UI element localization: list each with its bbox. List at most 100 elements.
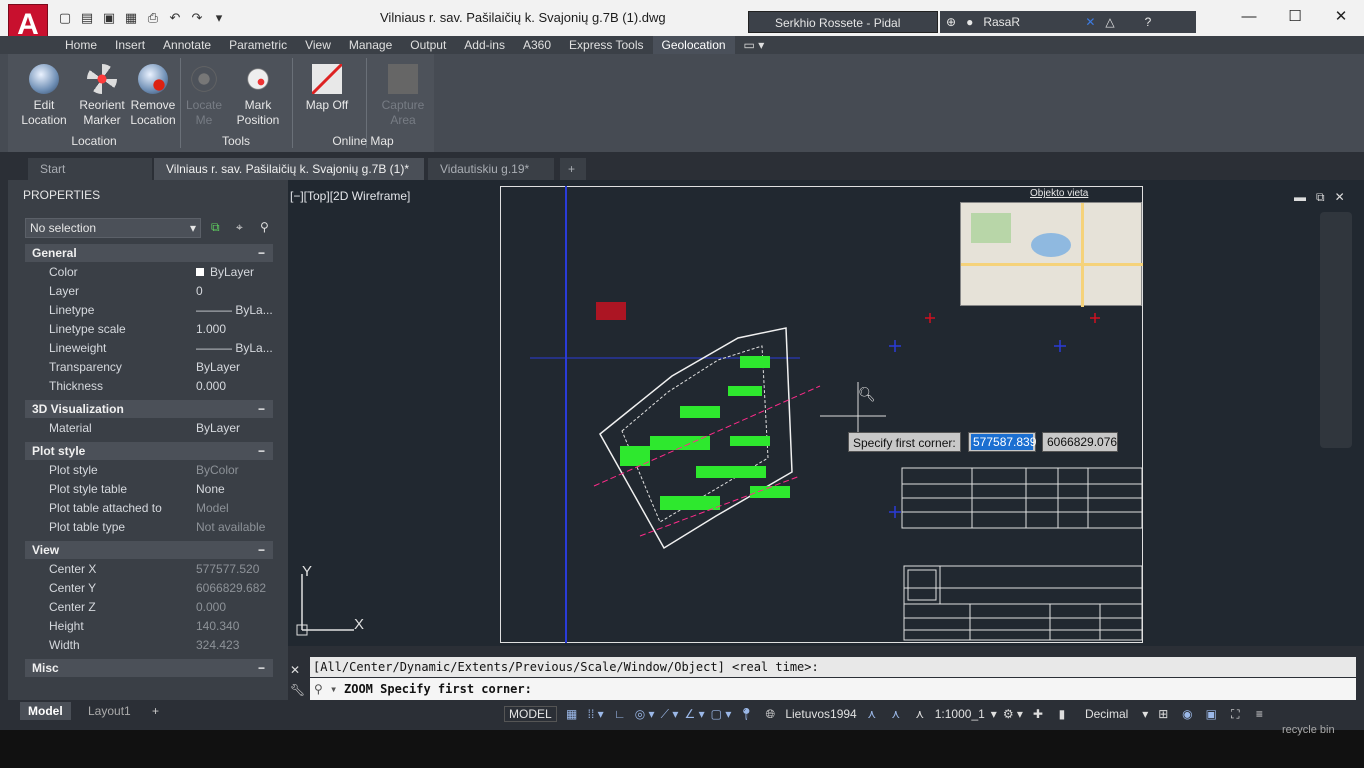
prop-row[interactable]: Center Z 0.000 <box>25 598 273 617</box>
globe-status-icon[interactable]: 🌐︎ <box>761 707 779 722</box>
tab-home[interactable]: Home <box>56 36 106 54</box>
prop-row[interactable]: Material ByLayer <box>25 419 273 438</box>
remove-location-button[interactable]: Remove Location <box>126 58 180 128</box>
map-off-button[interactable]: Map Off <box>298 58 356 113</box>
select-objects-icon[interactable]: ⌖ <box>236 220 243 235</box>
viewport-controls-label[interactable]: [−][Top][2D Wireframe] <box>290 189 410 203</box>
tab-model[interactable]: Model <box>20 702 71 720</box>
tab-express-tools[interactable]: Express Tools <box>560 36 652 54</box>
prop-row[interactable]: Transparency ByLayer <box>25 358 273 377</box>
prop-row[interactable]: Color ByLayer <box>25 263 273 282</box>
save-as-icon[interactable]: ▦ <box>122 10 140 26</box>
ribbon-options-icon[interactable]: ▭ ▾ <box>735 36 774 54</box>
close-icon[interactable]: ✕ <box>1318 0 1364 34</box>
clean-screen-icon[interactable]: ⛶ <box>1226 707 1244 722</box>
user-icon[interactable]: ● <box>966 15 973 29</box>
prop-row[interactable]: Layer 0 <box>25 282 273 301</box>
units-icon[interactable]: ▮ <box>1053 707 1071 721</box>
prop-row[interactable]: Lineweight ——— ByLa... <box>25 339 273 358</box>
new-tab-button[interactable]: + <box>560 158 586 180</box>
edit-location-button[interactable]: Edit Location <box>14 58 74 128</box>
isodraft-icon[interactable]: ⟋ ▾ <box>661 707 679 722</box>
section-general[interactable]: General − <box>25 244 273 262</box>
help-icon[interactable]: ? <box>1145 15 1152 29</box>
prop-row[interactable]: Linetype ——— ByLa... <box>25 301 273 320</box>
model-space-button[interactable]: MODEL <box>504 706 557 722</box>
tab-output[interactable]: Output <box>401 36 455 54</box>
tab-layout1[interactable]: Layout1 <box>80 702 139 720</box>
binoculars-icon[interactable]: ⊕ <box>946 15 956 29</box>
mark-position-button[interactable]: Mark Position <box>230 58 286 128</box>
ortho-icon[interactable]: ∟ <box>611 707 629 721</box>
quick-select-icon[interactable]: ⚲ <box>260 220 269 234</box>
viewport-restore-icon[interactable]: ⧉ <box>1316 190 1325 205</box>
hardware-accel-icon[interactable]: ▣ <box>1202 707 1220 721</box>
object-tracking-icon[interactable]: ∠ ▾ <box>685 707 705 721</box>
new-layout-button[interactable]: + <box>144 702 167 720</box>
workspace-gear-icon[interactable]: ⚙ ▾ <box>1003 707 1023 721</box>
tab-view[interactable]: View <box>296 36 340 54</box>
prop-row[interactable]: Width 324.423 <box>25 636 273 655</box>
tab-add-ins[interactable]: Add-ins <box>455 36 514 54</box>
command-input[interactable]: ⚲ ▾ ZOOM Specify first corner: <box>310 678 1356 700</box>
selection-dropdown[interactable]: No selection ▾ <box>25 218 201 238</box>
snap-icon[interactable]: ⁞⁞ ▾ <box>587 707 605 721</box>
customize-icon[interactable]: 🔧︎ <box>290 683 305 697</box>
prop-row[interactable]: Center Y 6066829.682 <box>25 579 273 598</box>
tab-parametric[interactable]: Parametric <box>220 36 296 54</box>
prop-row[interactable]: Plot style ByColor <box>25 461 273 480</box>
close-command-line-icon[interactable]: ✕ <box>290 663 300 677</box>
prop-row[interactable]: Plot style table None <box>25 480 273 499</box>
dynamic-input-y-field[interactable]: 6066829.076 <box>1042 432 1118 452</box>
undo-icon[interactable]: ↶ <box>166 10 184 26</box>
save-icon[interactable]: ▣ <box>100 10 118 26</box>
new-file-icon[interactable]: ▢ <box>56 10 74 26</box>
viewport-minimize-icon[interactable]: ▬ <box>1294 190 1306 205</box>
prop-row[interactable]: Linetype scale 1.000 <box>25 320 273 339</box>
toggle-pickadd-icon[interactable]: ⧉ <box>211 220 220 235</box>
viewport-close-icon[interactable]: ✕ <box>1335 190 1345 205</box>
tab-insert[interactable]: Insert <box>106 36 154 54</box>
osnap-icon[interactable]: ▢ ▾ <box>711 707 732 721</box>
tab-manage[interactable]: Manage <box>340 36 401 54</box>
locate-me-button[interactable]: Locate Me <box>182 58 226 128</box>
user-name[interactable]: RasaR <box>983 15 1075 29</box>
auto-scale-icon[interactable]: ⋏ <box>887 707 905 721</box>
prop-row[interactable]: Plot table attached to Model <box>25 499 273 518</box>
prop-row[interactable]: Thickness 0.000 <box>25 377 273 396</box>
section-misc[interactable]: Misc − <box>25 659 273 677</box>
reorient-marker-button[interactable]: Reorient Marker <box>74 58 130 128</box>
tab-annotate[interactable]: Annotate <box>154 36 220 54</box>
section-3d-visualization[interactable]: 3D Visualization − <box>25 400 273 418</box>
tab-start[interactable]: Start <box>28 158 152 180</box>
prop-row[interactable]: Center X 577577.520 <box>25 560 273 579</box>
section-plot-style[interactable]: Plot style − <box>25 442 273 460</box>
navigation-bar[interactable] <box>1320 212 1352 448</box>
a360-icon[interactable]: △ <box>1105 15 1114 29</box>
print-icon[interactable]: ⎙ <box>144 10 162 26</box>
isolate-icon[interactable]: ◉ <box>1178 707 1196 721</box>
polar-icon[interactable]: ◎ ▾ <box>635 707 655 721</box>
dynamic-input-x-field[interactable]: 577587.839 <box>968 432 1036 452</box>
prop-row[interactable]: Height 140.340 <box>25 617 273 636</box>
search-box[interactable]: Serkhio Rossete - Pidal <box>748 11 938 33</box>
maximize-icon[interactable]: ☐ <box>1272 0 1318 34</box>
add-icon[interactable]: ✚ <box>1029 707 1047 721</box>
units-display[interactable]: Decimal <box>1077 707 1136 721</box>
scale-dropdown-icon[interactable]: ▾ <box>991 707 997 721</box>
grid-icon[interactable]: ▦ <box>563 707 581 721</box>
annotation-scale[interactable]: 1:1000_1 <box>935 707 985 721</box>
capture-area-button[interactable]: Capture Area <box>372 58 434 128</box>
tab-a360[interactable]: A360 <box>514 36 560 54</box>
section-view[interactable]: View − <box>25 541 273 559</box>
open-folder-icon[interactable]: ▤ <box>78 10 96 26</box>
annotation-visibility-icon[interactable]: ⋏ <box>863 707 881 721</box>
qat-dropdown-icon[interactable]: ▾ <box>210 10 228 26</box>
customize-menu-icon[interactable]: ≡ <box>1250 707 1268 721</box>
prop-row[interactable]: Plot table type Not available <box>25 518 273 537</box>
tab-vidautiskiu[interactable]: Vidautiskiu g.19* <box>428 158 554 180</box>
geomarker-icon[interactable]: 📍︎ <box>737 707 755 721</box>
tab-geolocation[interactable]: Geolocation <box>652 36 735 54</box>
exchange-icon[interactable]: ✕ <box>1085 15 1095 29</box>
minimize-icon[interactable]: — <box>1226 0 1272 34</box>
